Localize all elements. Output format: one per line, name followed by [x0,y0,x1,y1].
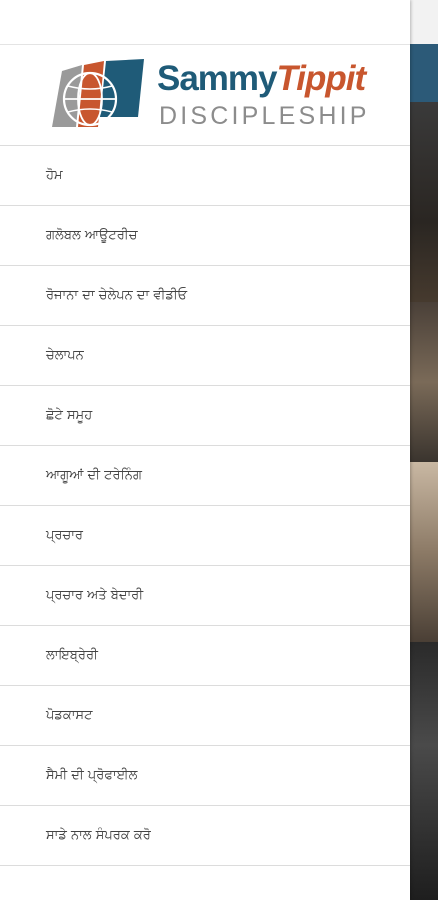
menu-item-contact-us[interactable]: ਸਾਡੇ ਨਾਲ ਸੰਪਰਕ ਕਰੋ [0,806,410,866]
background-header [410,44,438,102]
menu-item-label: ਪੋਡਕਾਸਟ [46,708,93,723]
menu-item-label: ਲਾਇਬ੍ਰੇਰੀ [46,648,98,663]
menu-item-label: ਆਗੂਆਂ ਦੀ ਟਰੇਨਿੰਗ [46,468,142,483]
menu-item-discipleship[interactable]: ਚੇਲਾਪਨ [0,326,410,386]
menu-item-leadership-training[interactable]: ਆਗੂਆਂ ਦੀ ਟਰੇਨਿੰਗ [0,446,410,506]
background-app-dimmed[interactable] [410,0,438,900]
menu-item-global-outreach[interactable]: ਗਲੋਬਲ ਆਊਟਰੀਚ [0,206,410,266]
menu-item-label: ਛੋਟੇ ਸਮੂਹ [46,408,93,423]
background-image [410,302,438,462]
menu-item-label: ਹੋਮ [46,168,63,183]
navigation-drawer: SammyTippit DISCIPLESHIP ਹੋਮ ਗਲੋਬਲ ਆਊਟਰੀ… [0,0,410,900]
background-image [410,462,438,642]
menu-item-label: ਰੋਜਾਨਾ ਦਾ ਚੇਲੇਪਨ ਦਾ ਵੀਡੀਓ [46,288,188,303]
menu-item-small-groups[interactable]: ਛੋਟੇ ਸਮੂਹ [0,386,410,446]
background-top-bar [410,0,438,44]
menu-item-label: ਪ੍ਰਚਾਰ [46,528,83,543]
menu-item-evangelism[interactable]: ਪ੍ਰਚਾਰ [0,506,410,566]
drawer-top-bar [0,0,410,45]
menu-item-podcast[interactable]: ਪੋਡਕਾਸਟ [0,686,410,746]
background-image [410,102,438,302]
menu-item-library[interactable]: ਲਾਇਬ੍ਰੇਰੀ [0,626,410,686]
logo-name-first: Sammy [157,59,278,98]
logo-title: SammyTippit [157,59,367,99]
app-screen: SammyTippit DISCIPLESHIP ਹੋਮ ਗਲੋਬਲ ਆਊਟਰੀ… [0,0,438,900]
drawer-menu: ਹੋਮ ਗਲੋਬਲ ਆਊਟਰੀਚ ਰੋਜਾਨਾ ਦਾ ਚੇਲੇਪਨ ਦਾ ਵੀਡ… [0,146,410,866]
menu-item-daily-discipleship-video[interactable]: ਰੋਜਾਨਾ ਦਾ ਚੇਲੇਪਨ ਦਾ ਵੀਡੀਓ [0,266,410,326]
menu-item-label: ਸੈਮੀ ਦੀ ਪ੍ਰੋਫਾਈਲ [46,768,138,783]
logo-mark-icon [52,59,144,127]
menu-item-label: ਗਲੋਬਲ ਆਊਟਰੀਚ [46,228,138,243]
menu-item-home[interactable]: ਹੋਮ [0,146,410,206]
menu-item-evangelism-revival[interactable]: ਪ੍ਰਚਾਰ ਅਤੇ ਬੇਦਾਰੀ [0,566,410,626]
logo-name-last: Tippit [276,59,367,98]
menu-item-label: ਪ੍ਰਚਾਰ ਅਤੇ ਬੇਦਾਰੀ [46,588,144,603]
logo-subtitle: DISCIPLESHIP [159,102,370,130]
drawer-header-logo[interactable]: SammyTippit DISCIPLESHIP [0,45,410,146]
menu-item-sammy-profile[interactable]: ਸੈਮੀ ਦੀ ਪ੍ਰੋਫਾਈਲ [0,746,410,806]
menu-item-label: ਚੇਲਾਪਨ [46,348,84,363]
menu-item-label: ਸਾਡੇ ਨਾਲ ਸੰਪਰਕ ਕਰੋ [46,828,151,843]
background-image [410,642,438,900]
